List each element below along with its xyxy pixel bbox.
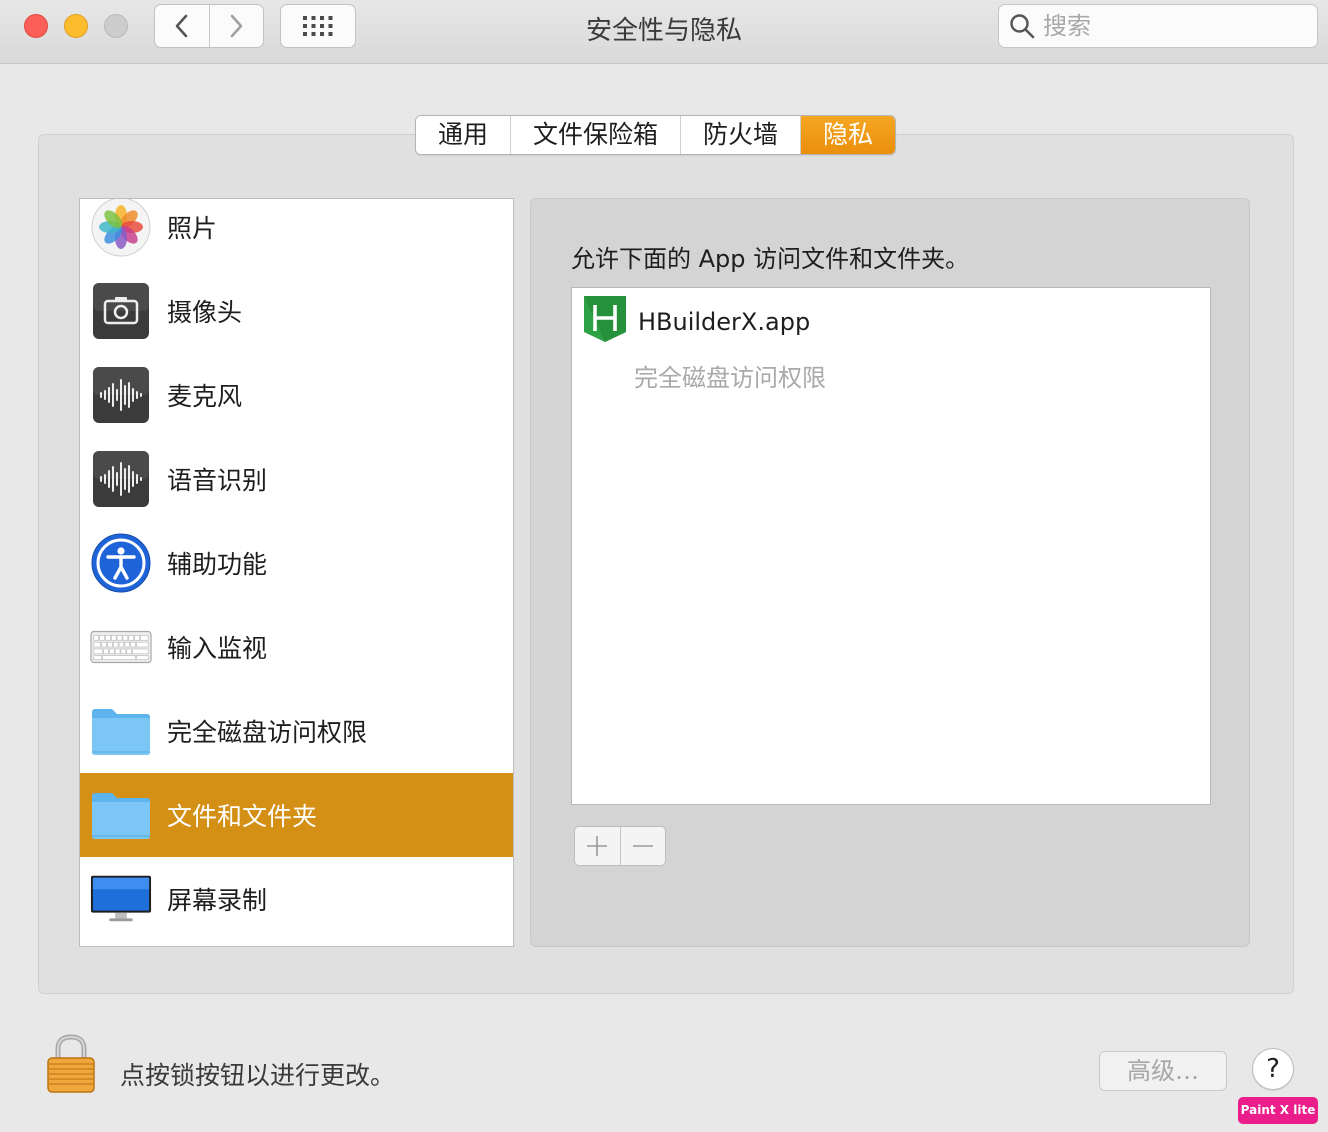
sidebar-item-speech-recognition[interactable]: 语音识别 [80,437,513,521]
app-permission: 完全磁盘访问权限 [634,364,826,392]
sidebar-item-label: 输入监视 [167,634,268,663]
sidebar-item-label: 屏幕录制 [167,886,268,915]
remove-app-button[interactable] [619,827,666,865]
sidebar-item-input-monitoring[interactable]: 输入监视 [80,605,513,689]
close-window-button[interactable] [24,14,48,38]
files-folders-pane: 允许下面的 App 访问文件和文件夹。 HBuilderX.app 完全磁盘访问… [530,198,1250,947]
chevron-right-icon [230,14,243,38]
tab-privacy[interactable]: 隐私 [800,116,896,154]
photos-icon [90,199,152,258]
privacy-category-list[interactable]: 照片 摄像头 麦克风 语音识别 辅助功能 输入监视 完全磁盘访问权限 文件和文件… [79,198,514,947]
minus-icon [632,845,653,847]
forward-button[interactable] [208,5,264,47]
tab-general[interactable]: 通用 [416,116,511,154]
back-button[interactable] [155,5,209,47]
sidebar-item-screen-recording[interactable]: 屏幕录制 [80,857,513,941]
lock-button[interactable] [44,1032,98,1094]
advanced-button[interactable]: 高级… [1099,1051,1227,1091]
sidebar-item-photos[interactable]: 照片 [80,199,513,269]
sidebar-item-label: 照片 [167,214,218,243]
grid-icon [303,16,333,36]
help-button[interactable]: ? [1252,1048,1294,1090]
title-bar: 安全性与隐私 [0,0,1328,64]
padlock-icon [47,1034,95,1093]
pane-description: 允许下面的 App 访问文件和文件夹。 [571,245,970,273]
search-input[interactable] [1043,12,1293,40]
display-icon [90,868,152,930]
app-list[interactable]: HBuilderX.app 完全磁盘访问权限 [571,287,1211,805]
plus-icon [587,836,608,856]
chevron-left-icon [175,14,188,38]
lock-instructions: 点按锁按钮以进行更改。 [120,1061,396,1090]
folder-icon [90,700,152,762]
sidebar-item-label: 文件和文件夹 [167,802,318,831]
sidebar-item-files-and-folders[interactable]: 文件和文件夹 [80,773,513,857]
search-icon [1010,14,1035,39]
back-forward-group [154,4,264,48]
accessibility-icon [90,532,152,594]
sidebar-item-label: 麦克风 [167,382,243,411]
add-remove-group [574,826,666,866]
sidebar-item-camera[interactable]: 摄像头 [80,269,513,353]
camera-icon [90,280,152,342]
tab-filevault[interactable]: 文件保险箱 [510,116,681,154]
show-all-button[interactable] [280,4,356,48]
add-app-button[interactable] [575,827,620,865]
sidebar-item-label: 语音识别 [167,466,268,495]
hbuilderx-icon [584,296,626,342]
sidebar-item-label: 完全磁盘访问权限 [167,718,368,747]
sidebar-item-microphone[interactable]: 麦克风 [80,353,513,437]
search-field[interactable] [998,4,1318,48]
sidebar-item-label: 摄像头 [167,298,243,327]
folder-icon [90,784,152,846]
speech-recognition-icon [90,448,152,510]
zoom-window-button[interactable] [104,14,128,38]
paint-x-lite-watermark: Paint X lite [1238,1097,1318,1124]
microphone-icon [90,364,152,426]
list-item[interactable]: HBuilderX.app 完全磁盘访问权限 [582,294,1192,394]
sidebar-item-accessibility[interactable]: 辅助功能 [80,521,513,605]
tab-bar: 通用 文件保险箱 防火墙 隐私 [415,115,897,155]
sidebar-item-full-disk-access[interactable]: 完全磁盘访问权限 [80,689,513,773]
minimize-window-button[interactable] [64,14,88,38]
app-name: HBuilderX.app [638,308,811,336]
sidebar-item-label: 辅助功能 [167,550,268,579]
keyboard-icon [90,616,152,678]
tab-firewall[interactable]: 防火墙 [680,116,801,154]
